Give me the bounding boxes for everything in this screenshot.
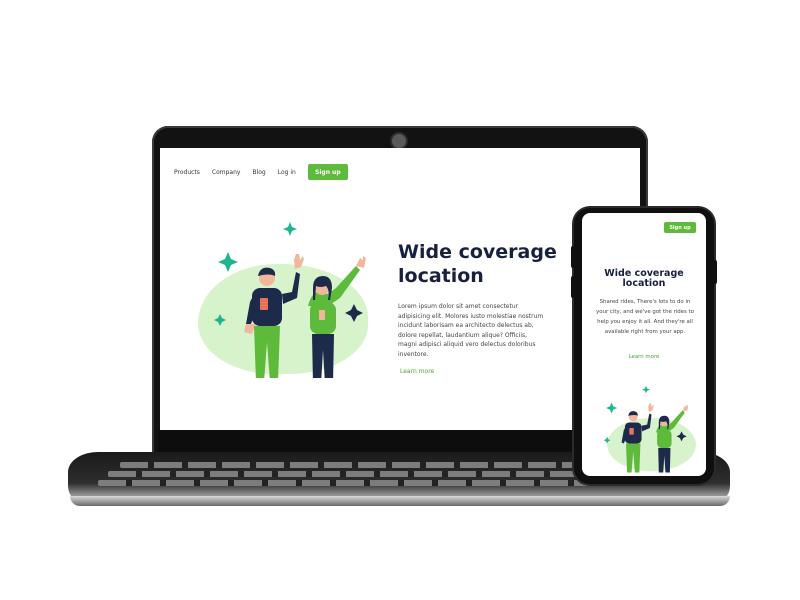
mobile-learn-more-link[interactable]: Learn more [582, 354, 706, 360]
man-figure [244, 254, 304, 378]
mobile-title-line2: location [622, 278, 666, 289]
mobile-hero-illustration [603, 385, 696, 473]
hero-title-line2: location [398, 265, 484, 287]
desktop-nav: Products Company Blog Log in Sign up [174, 164, 348, 180]
sparkle-icon [606, 402, 618, 414]
mobile-hero-blob [607, 418, 696, 472]
laptop-screen: Products Company Blog Log in Sign up Wid… [160, 148, 640, 430]
phone-side-button [713, 260, 717, 284]
learn-more-link[interactable]: Learn more [400, 368, 434, 375]
woman-figure [308, 256, 366, 378]
hero-body-text: Lorem ipsum dolor sit amet consectetur a… [398, 303, 544, 358]
mobile-body-text: Shared rides, There's lots to do in your… [596, 299, 694, 335]
phone-side-button [571, 276, 575, 298]
sparkle-icon [283, 222, 297, 236]
nav-link-login[interactable]: Log in [278, 169, 296, 176]
mobile-signup-button[interactable]: Sign up [664, 222, 696, 233]
sparkle-icon [218, 252, 238, 272]
nav-link-blog[interactable]: Blog [252, 169, 265, 176]
hero-title-line1: Wide coverage [398, 241, 557, 263]
sparkle-icon [642, 385, 650, 394]
sparkle-icon [345, 304, 363, 322]
laptop-base-lip [70, 496, 730, 506]
phone-side-button [571, 246, 575, 268]
sparkle-icon [214, 314, 226, 326]
nav-link-company[interactable]: Company [212, 169, 241, 176]
hero-illustration [214, 222, 366, 378]
nav-link-products[interactable]: Products [174, 169, 200, 176]
signup-button[interactable]: Sign up [307, 164, 348, 180]
hero-title: Wide coverage location [398, 240, 598, 288]
mobile-hero-title: Wide coverage location [582, 269, 706, 289]
phone-screen: Sign up Wide coverage location Shared ri… [582, 213, 706, 476]
